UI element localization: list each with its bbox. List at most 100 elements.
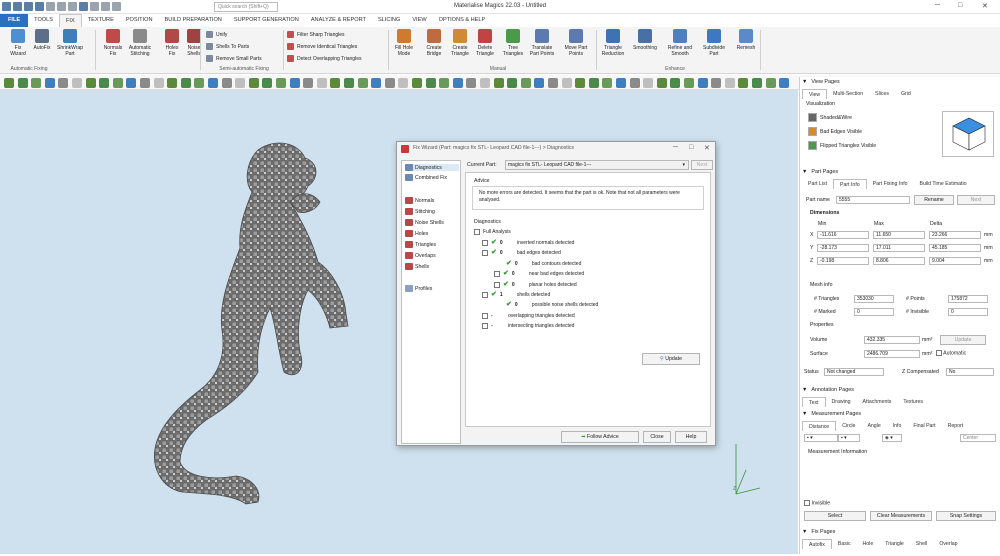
unify-button[interactable]: Unify xyxy=(206,31,227,38)
smoothing-button[interactable]: Smoothing xyxy=(630,29,660,51)
toolbar-tool-icon[interactable] xyxy=(534,78,545,88)
tab-triangle[interactable]: Triangle xyxy=(879,539,910,549)
menu-view[interactable]: VIEW xyxy=(406,14,432,27)
filter-sharp-triangles-button[interactable]: Filter Sharp Triangles xyxy=(287,31,345,38)
diagnostic-checkbox[interactable] xyxy=(494,271,500,278)
tab-part-list[interactable]: Part List xyxy=(802,179,833,189)
toolbar-tool-icon[interactable] xyxy=(398,78,409,88)
shells-to-parts-button[interactable]: Shells To Parts xyxy=(206,43,249,50)
menu-options-help[interactable]: OPTIONS & HELP xyxy=(433,14,492,27)
full-analysis-checkbox[interactable]: Full Analysis xyxy=(474,229,511,235)
tab-report[interactable]: Report xyxy=(942,421,970,431)
measure-color-select[interactable]: ▪ ▾ xyxy=(838,434,860,442)
close-icon[interactable]: ✕ xyxy=(982,2,988,10)
automatic-checkbox[interactable]: Automatic xyxy=(936,350,966,356)
menu-texture[interactable]: TEXTURE xyxy=(82,14,120,27)
view-cube-preview[interactable] xyxy=(942,111,994,157)
toolbar-tool-icon[interactable] xyxy=(602,78,613,88)
toolbar-tool-icon[interactable] xyxy=(208,78,218,88)
toolbar-tool-icon[interactable] xyxy=(629,78,640,88)
remove-identical-triangles-button[interactable]: Remove Identical Triangles xyxy=(287,43,357,50)
dialog-minimize-icon[interactable]: ─ xyxy=(673,144,678,151)
toolbar-tool-icon[interactable] xyxy=(85,78,96,88)
normals-fix-button[interactable]: Normals Fix xyxy=(98,29,128,57)
shaded-wire-toggle[interactable]: Shaded&Wire xyxy=(808,113,852,122)
select-icon[interactable] xyxy=(79,2,88,11)
tab-textures[interactable]: Textures xyxy=(897,397,929,407)
measure-snap-select[interactable]: ◈ ▾ xyxy=(882,434,902,442)
toolbar-tool-icon[interactable] xyxy=(344,78,354,88)
tab-attachments[interactable]: Attachments xyxy=(857,397,898,407)
triangle-reduction-button[interactable]: Triangle Reduction xyxy=(598,29,628,57)
nav-noise-shells[interactable]: Noise Shells xyxy=(405,219,444,226)
tab-text[interactable]: Text xyxy=(802,397,826,407)
toolbar-tool-icon[interactable] xyxy=(235,78,246,88)
toolbar-tool-icon[interactable] xyxy=(697,78,708,88)
toolbar-tool-icon[interactable] xyxy=(588,78,599,88)
toolbar-tool-icon[interactable] xyxy=(616,78,626,88)
toolbar-tool-icon[interactable] xyxy=(711,78,722,88)
toolbar-tool-icon[interactable] xyxy=(384,78,395,88)
fix-pages-header[interactable]: ▼ Fix Pages xyxy=(802,527,998,536)
menu-analyze-report[interactable]: ANALYZE & REPORT xyxy=(305,14,372,27)
flipped-triangles-visible-toggle[interactable]: Flipped Triangles Visible xyxy=(808,141,876,150)
tab-build-time-estimatio[interactable]: Build Time Estimatio xyxy=(914,179,973,189)
dialog-close-icon[interactable]: ✕ xyxy=(704,144,710,152)
toolbar-tool-icon[interactable] xyxy=(439,78,450,88)
part-pages-header[interactable]: ▼ Part Pages xyxy=(802,167,998,176)
rename-button[interactable]: Rename xyxy=(914,195,954,205)
update-volume-button[interactable]: Update xyxy=(940,335,986,345)
autofix-button[interactable]: AutoFix xyxy=(27,29,57,51)
tab-part-fixing-info[interactable]: Part Fixing Info xyxy=(867,179,914,189)
center-select[interactable]: Center xyxy=(960,434,996,442)
nav-shells[interactable]: Shells xyxy=(405,263,429,270)
tab-angle[interactable]: Angle xyxy=(861,421,886,431)
diagnostic-checkbox[interactable] xyxy=(482,312,488,319)
toolbar-tool-icon[interactable] xyxy=(357,78,368,88)
translate-part-points-button[interactable]: Translate Part Points xyxy=(527,29,557,57)
toolbar-tool-icon[interactable] xyxy=(371,78,382,88)
toolbar-tool-icon[interactable] xyxy=(752,78,762,88)
toolbar-tool-icon[interactable] xyxy=(99,78,110,88)
toolbar-tool-icon[interactable] xyxy=(303,78,314,88)
tab-multi-section[interactable]: Multi-Section xyxy=(827,89,869,99)
diagnostic-checkbox[interactable] xyxy=(494,281,500,288)
diagnostic-checkbox[interactable] xyxy=(482,240,488,246)
bad-edges-visible-toggle[interactable]: Bad Edges Visible xyxy=(808,127,862,136)
tree-triangles-button[interactable]: Tree Triangles xyxy=(498,29,528,57)
toolbar-tool-icon[interactable] xyxy=(412,78,422,88)
toolbar-tool-icon[interactable] xyxy=(180,78,191,88)
next-part-button[interactable]: Next xyxy=(957,195,995,205)
toolbar-tool-icon[interactable] xyxy=(670,78,681,88)
select-button[interactable]: Select xyxy=(804,511,866,521)
toolbar-tool-icon[interactable] xyxy=(17,78,28,88)
update-button[interactable]: ⚲ Update xyxy=(642,353,700,365)
detect-overlapping-triangles-button[interactable]: Detect Overlapping Triangles xyxy=(287,55,361,62)
tab-grid[interactable]: Grid xyxy=(895,89,917,99)
tab-overlap[interactable]: Overlap xyxy=(933,539,963,549)
tab-circle[interactable]: Circle xyxy=(836,421,861,431)
shrinkwrap-part-button[interactable]: ShrinkWrap Part xyxy=(55,29,85,57)
noise-shells-button[interactable]: Noise Shells xyxy=(179,29,209,57)
menu-file[interactable]: FILE xyxy=(0,14,29,27)
toolbar-tool-icon[interactable] xyxy=(561,78,572,88)
tab-part-info[interactable]: Part Info xyxy=(833,179,867,189)
toolbar-tool-icon[interactable] xyxy=(738,78,749,88)
redo-icon[interactable] xyxy=(57,2,66,11)
toolbar-tool-icon[interactable] xyxy=(684,78,694,88)
toolbar-tool-icon[interactable] xyxy=(779,78,790,88)
save-icon[interactable] xyxy=(35,2,44,11)
fill-hole-mode-button[interactable]: Fill Hole Mode xyxy=(389,29,419,57)
subdivide-part-button[interactable]: Subdivide Part xyxy=(699,29,729,57)
tab-info[interactable]: Info xyxy=(887,421,908,431)
nav-profiles[interactable]: Profiles xyxy=(405,285,432,292)
toolbar-tool-icon[interactable] xyxy=(31,78,42,88)
toolbar-tool-icon[interactable] xyxy=(425,78,436,88)
toolbar-tool-icon[interactable] xyxy=(248,78,259,88)
undo-icon[interactable] xyxy=(46,2,55,11)
toolbar-tool-icon[interactable] xyxy=(194,78,205,88)
toolbar-tool-icon[interactable] xyxy=(221,78,232,88)
nav-overlaps[interactable]: Overlaps xyxy=(405,252,436,259)
refine-and-smooth-button[interactable]: Refine and Smooth xyxy=(665,29,695,57)
toolbar-tool-icon[interactable] xyxy=(765,78,776,88)
